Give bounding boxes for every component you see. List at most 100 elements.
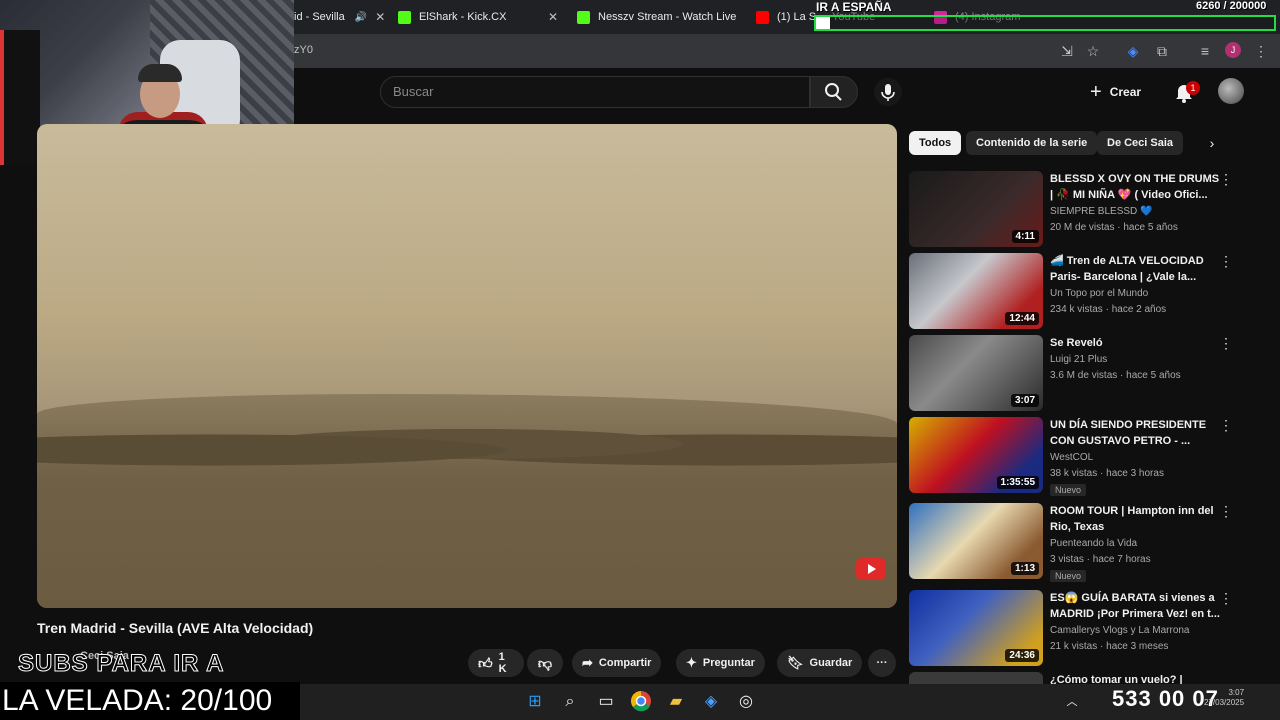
mic-icon (881, 84, 895, 101)
like-button[interactable]: 👍︎ 1 K (468, 649, 524, 677)
tab-label: id - Sevilla (294, 11, 345, 23)
video-thumbnail[interactable]: 1:13 (909, 503, 1043, 579)
chrome-icon[interactable] (629, 690, 653, 714)
recommendation-title[interactable]: Se Reveló (1050, 335, 1220, 351)
dislike-button[interactable]: 👎︎ (527, 649, 563, 677)
tab-nesszv[interactable]: Nesszv Stream - Watch Live ✕ (577, 4, 737, 30)
search-icon[interactable]: ⌕ (558, 690, 582, 714)
chevron-up-icon[interactable]: ︿ (1060, 690, 1084, 714)
notification-badge: 1 (1186, 81, 1200, 95)
recommendation-meta: 3 vistas · hace 7 horas (1050, 554, 1151, 565)
share-button[interactable]: ➦ Compartir (572, 649, 662, 677)
obs-icon[interactable]: ◎ (734, 690, 758, 714)
close-icon[interactable]: ✕ (736, 10, 737, 24)
save-label: Guardar (809, 657, 853, 669)
goal-label: IR A ESPAÑA (816, 0, 892, 14)
youtube-logo-icon[interactable] (856, 558, 886, 580)
sparkle-icon: ✦ (686, 655, 697, 670)
recommendation-channel[interactable]: Un Topo por el Mundo (1050, 288, 1148, 299)
recommendation-item[interactable]: 1:13 ROOM TOUR | Hampton inn del Rio, Te… (909, 503, 1269, 583)
search-icon (825, 83, 842, 101)
search-input[interactable]: Buscar (380, 76, 810, 108)
search-button[interactable] (810, 76, 858, 108)
recommendation-item[interactable]: 24:36 ES😱 GUÍA BARATA si vienes a MADRID… (909, 590, 1269, 670)
profile-avatar[interactable]: J (1225, 42, 1241, 58)
tab-label: Nesszv Stream - Watch Live (598, 11, 737, 23)
close-icon[interactable]: ✕ (375, 10, 385, 24)
kebab-menu-icon[interactable]: ⋮ (1219, 417, 1233, 434)
puzzle-icon[interactable]: ⧉ (1153, 42, 1171, 60)
kebab-menu-icon[interactable]: ⋮ (1252, 42, 1270, 60)
create-label: Crear (1109, 85, 1142, 99)
video-thumbnail[interactable]: 24:36 (909, 590, 1043, 666)
video-thumbnail[interactable] (909, 672, 1043, 684)
account-avatar[interactable] (1218, 78, 1244, 104)
recommendation-title[interactable]: ROOM TOUR | Hampton inn del Rio, Texas (1050, 503, 1220, 535)
tab-video[interactable]: id - Sevilla 🔊 ✕ (294, 4, 390, 30)
install-icon[interactable]: ⇲ (1058, 42, 1076, 60)
tab-kick[interactable]: ElShark - Kick.CX ✕ (398, 4, 558, 30)
new-badge: Nuevo (1050, 484, 1087, 496)
tray-time: 3:07 (1228, 688, 1245, 697)
recommendation-item[interactable]: 3:07 Se Reveló Luigi 21 Plus 3.6 M de vi… (909, 335, 1269, 415)
recommendation-title[interactable]: ES😱 GUÍA BARATA si vienes a MADRID ¡Por … (1050, 590, 1220, 622)
recommendation-channel[interactable]: WestCOL (1050, 452, 1093, 463)
folder-icon[interactable]: ▰ (664, 690, 688, 714)
recommendation-item[interactable]: 1:35:55 UN DÍA SIENDO PRESIDENTE CON GUS… (909, 417, 1269, 497)
duration-badge: 3:07 (1010, 394, 1039, 407)
mic-button[interactable] (874, 78, 902, 106)
velada-overlay-text: LA VELADA: 20/100 (0, 682, 300, 720)
kebab-menu-icon[interactable]: ⋮ (1219, 171, 1233, 188)
video-player[interactable] (37, 124, 897, 608)
windows-start-icon[interactable]: ⊞ (523, 690, 547, 714)
chip-all[interactable]: Todos (909, 131, 962, 155)
recommendation-title[interactable]: 🚄 Tren de ALTA VELOCIDAD Paris- Barcelon… (1050, 253, 1220, 285)
recommendation-item[interactable]: 12:44 🚄 Tren de ALTA VELOCIDAD Paris- Ba… (909, 253, 1269, 333)
video-thumbnail[interactable]: 3:07 (909, 335, 1043, 411)
kebab-menu-icon[interactable]: ⋮ (1219, 503, 1233, 520)
kick-icon (398, 10, 411, 24)
video-thumbnail[interactable]: 1:35:55 (909, 417, 1043, 493)
goal-counter: 6260 / 200000 (1196, 0, 1267, 12)
share-icon: ➦ (582, 655, 593, 670)
video-thumbnail[interactable]: 12:44 (909, 253, 1043, 329)
recommendation-item[interactable]: 4:11 BLESSD X OVY ON THE DRUMS | 🥀 MI NI… (909, 171, 1269, 251)
goal-progress-bar (814, 15, 1276, 31)
task-view-icon[interactable]: ▭ (594, 690, 618, 714)
media-icon[interactable]: ≡ (1196, 42, 1214, 60)
tray-clock[interactable]: 3:07 27/03/2025 (1204, 688, 1244, 708)
video-thumbnail[interactable]: 4:11 (909, 171, 1043, 247)
recommendation-item[interactable]: ¿Cómo tomar un vuelo? | (909, 672, 1269, 684)
recommendation-channel[interactable]: Camallerys Vlogs y La Marrona (1050, 625, 1190, 636)
create-button[interactable]: + Crear (1090, 78, 1141, 106)
extension-icon[interactable]: ◈ (1124, 42, 1142, 60)
youtube-icon (756, 10, 769, 24)
thumbs-down-icon: 👎︎ (537, 654, 553, 671)
tab-youtube[interactable]: (1) La Sa... (756, 4, 816, 30)
close-icon[interactable]: ✕ (548, 10, 558, 24)
chip-series[interactable]: Contenido de la serie (966, 131, 1098, 155)
recommendation-channel[interactable]: SIEMPRE BLESSD 💙 (1050, 206, 1152, 217)
recommendation-title[interactable]: UN DÍA SIENDO PRESIDENTE CON GUSTAVO PET… (1050, 417, 1220, 449)
chevron-right-icon[interactable]: › (1200, 131, 1224, 155)
recommendation-meta: 3.6 M de vistas · hace 5 años (1050, 370, 1181, 381)
url-field[interactable]: zY0 (294, 44, 313, 56)
subs-overlay-text: SUBS PARA IR A (17, 650, 225, 678)
kebab-menu-icon[interactable]: ⋮ (1219, 253, 1233, 270)
kebab-menu-icon[interactable]: ⋮ (1219, 590, 1233, 607)
bookmark-icon: 🔖︎ (787, 655, 804, 670)
save-button[interactable]: 🔖︎ Guardar (777, 649, 863, 677)
star-icon[interactable]: ☆ (1084, 42, 1102, 60)
recommendation-channel[interactable]: Puenteando la Vida (1050, 538, 1137, 549)
share-label: Compartir (598, 657, 652, 669)
app-icon[interactable]: ◈ (699, 690, 723, 714)
recommendation-title[interactable]: ¿Cómo tomar un vuelo? | (1050, 672, 1220, 684)
chip-from-channel[interactable]: De Ceci Saia (1097, 131, 1184, 155)
tray-date: 27/03/2025 (1204, 698, 1245, 707)
more-actions-button[interactable]: ··· (868, 649, 896, 677)
recommendation-title[interactable]: BLESSD X OVY ON THE DRUMS | 🥀 MI NIÑA 💖 … (1050, 171, 1220, 203)
ask-button[interactable]: ✦ Preguntar (676, 649, 765, 677)
kebab-menu-icon[interactable]: ⋮ (1219, 335, 1233, 352)
recommendation-channel[interactable]: Luigi 21 Plus (1050, 354, 1107, 365)
speaker-icon[interactable]: 🔊 (355, 12, 367, 23)
